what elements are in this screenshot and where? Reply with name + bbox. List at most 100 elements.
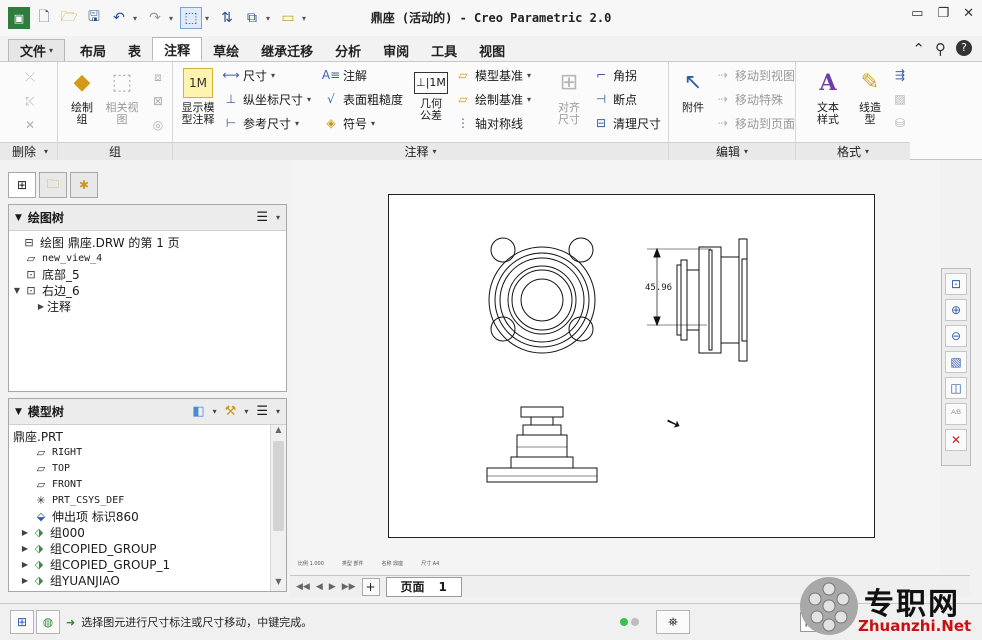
tree-settings-icon[interactable]: ☰ xyxy=(256,210,268,225)
add-page-button[interactable]: + xyxy=(361,577,380,596)
drawing-tree-header[interactable]: ▼ 绘图树 ☰ ▾ xyxy=(9,205,286,231)
tree-item[interactable]: ⊡ 底部_5 xyxy=(9,266,286,282)
model-tree-tab-icon[interactable]: ⊞ xyxy=(8,172,36,198)
ribbon-group-footer[interactable]: 删除 ▾ xyxy=(0,142,57,160)
suppress-icon[interactable]: ◎ xyxy=(150,114,166,136)
customize-dropdown-icon[interactable]: ▾ xyxy=(302,14,310,23)
prev-page-icon[interactable]: ◀ xyxy=(316,582,323,592)
model-datum-button[interactable]: ▱ 模型基准 ▾ xyxy=(455,64,531,86)
tree-item[interactable]: ▱ RIGHT xyxy=(9,444,286,460)
ordinate-dimension-button[interactable]: ⊥ 纵坐标尺寸 ▾ xyxy=(223,88,311,110)
redo-dropdown-icon[interactable]: ▾ xyxy=(169,14,177,23)
tab-review[interactable]: 审阅 xyxy=(372,39,420,61)
ribbon-group-footer[interactable]: 格式 ▾ xyxy=(796,142,910,160)
right-view[interactable] xyxy=(647,238,748,362)
line-style-button[interactable]: ✎ 线造 型 xyxy=(848,68,892,126)
collapsed-icon[interactable]: ▶ xyxy=(35,302,47,311)
delete-reference-icon[interactable]: ⤪ xyxy=(22,90,38,112)
collapse-icon[interactable]: ▼ xyxy=(15,407,22,417)
tab-view[interactable]: 视图 xyxy=(468,39,516,61)
tab-tools[interactable]: 工具 xyxy=(420,39,468,61)
new-icon[interactable]: 🗋 xyxy=(33,7,55,29)
regenerate-icon[interactable]: ⇅ xyxy=(216,7,238,29)
folder-icon[interactable]: ▭ xyxy=(277,7,299,29)
zoom-in-icon[interactable]: ⊕ xyxy=(945,299,967,321)
minimize-ribbon-icon[interactable]: ⌃ xyxy=(912,40,925,58)
next-page-icon[interactable]: ▶ xyxy=(329,582,336,592)
display-icon[interactable]: ◧ xyxy=(192,404,204,419)
stamp-icon[interactable]: ⛁ xyxy=(892,112,908,134)
tree-item[interactable]: ⊟ 绘图 鼎座.DRW 的第 1 页 xyxy=(9,234,286,250)
maximize-icon[interactable]: ❐ xyxy=(937,6,949,21)
delete-unrelated-icon[interactable]: ⤫ xyxy=(22,66,38,88)
tree-item[interactable]: ▶ ⬗ 组COPIED_GROUP_1 xyxy=(9,556,286,572)
annotation-display-icon[interactable]: ᴬᴮ xyxy=(945,403,967,425)
expanded-icon[interactable]: ▼ xyxy=(11,286,23,295)
delete-icon[interactable]: ✕ xyxy=(22,114,38,136)
tree-item[interactable]: ▶ 注释 xyxy=(9,298,286,314)
tab-sketch[interactable]: 草绘 xyxy=(202,39,250,61)
collapsed-icon[interactable]: ▶ xyxy=(19,528,31,537)
surface-finish-button[interactable]: √ 表面粗糙度 xyxy=(323,88,403,110)
undo-dropdown-icon[interactable]: ▾ xyxy=(133,14,141,23)
tree-item[interactable]: ▱ TOP xyxy=(9,460,286,476)
front-view[interactable] xyxy=(488,237,596,354)
repaint-icon[interactable]: ▧ xyxy=(945,351,967,373)
reference-dimension-button[interactable]: ⊢ 参考尺寸 ▾ xyxy=(223,112,299,134)
collapsed-icon[interactable]: ▶ xyxy=(19,576,31,585)
folder-browser-tab-icon[interactable]: 🗀 xyxy=(39,172,67,198)
collapse-icon[interactable]: ▼ xyxy=(15,213,22,223)
favorites-tab-icon[interactable]: ✱ xyxy=(70,172,98,198)
undo-icon[interactable]: ↶ xyxy=(108,7,130,29)
tools-icon[interactable]: ⚒ xyxy=(225,404,237,419)
corner-button[interactable]: ⌐ 角拐 xyxy=(593,64,637,86)
select-box-icon[interactable]: ⬚ xyxy=(180,7,202,29)
symbol-button[interactable]: ◈ 符号 ▾ xyxy=(323,112,375,134)
geometric-tolerance-button[interactable]: ⊥|1M 几何 公差 xyxy=(409,68,453,122)
search-icon[interactable]: ⚲ xyxy=(935,40,946,58)
align-dimension-button[interactable]: ⊞ 对齐 尺寸 xyxy=(547,68,591,126)
first-page-icon[interactable]: ◀◀ xyxy=(296,582,310,592)
attachment-button[interactable]: ↖ 附件 xyxy=(671,68,715,114)
model-tree-header[interactable]: ▼ 模型树 ◧ ▾ ⚒ ▾ ☰ ▾ xyxy=(9,399,286,425)
breakpoint-button[interactable]: ⊣ 断点 xyxy=(593,88,637,110)
tree-item[interactable]: ⬙ 伸出项 标识860 xyxy=(9,508,286,524)
bottom-view[interactable] xyxy=(486,406,598,483)
show-model-annotations-button[interactable]: 1M 显示模 型注释 xyxy=(175,68,221,126)
find-icon[interactable]: ⛯ xyxy=(656,610,690,634)
text-properties-icon[interactable]: ⇶ xyxy=(892,64,908,86)
select-dropdown-icon[interactable]: ▾ xyxy=(205,14,213,23)
draft-group-icon[interactable]: ⧈ xyxy=(150,66,166,88)
tab-legacy-migration[interactable]: 继承迁移 xyxy=(250,39,324,61)
tree-item[interactable]: ▼ ⊡ 右边_6 xyxy=(9,282,286,298)
tree-item[interactable]: ▶ ⬗ 组COPIED_GROUP xyxy=(9,540,286,556)
app-logo-icon[interactable]: ▣ xyxy=(8,7,30,29)
browser-toggle-icon[interactable]: ◍ xyxy=(36,610,60,634)
tree-item[interactable]: ▶ ⬗ 组YUANJIAO xyxy=(9,572,286,588)
ribbon-group-footer[interactable]: 组 xyxy=(58,142,172,160)
page-tab[interactable]: 页面 1 xyxy=(385,576,462,597)
tab-table[interactable]: 表 xyxy=(117,39,152,61)
navigator-toggle-icon[interactable]: ⊞ xyxy=(10,610,34,634)
tab-file[interactable]: 文件 ▾ xyxy=(8,39,66,61)
chevron-down-icon[interactable]: ▾ xyxy=(244,407,248,416)
tree-item[interactable]: 鼎座.PRT xyxy=(9,428,286,444)
dimension-button[interactable]: ⟷ 尺寸 ▾ xyxy=(222,64,275,86)
tree-settings-icon[interactable]: ☰ xyxy=(256,404,268,419)
collapsed-icon[interactable]: ▶ xyxy=(19,560,31,569)
minimize-icon[interactable]: ▭ xyxy=(911,6,923,21)
save-icon[interactable]: 🖫 xyxy=(83,7,105,29)
tree-item[interactable]: ▶ ⬗ 组000 xyxy=(9,524,286,540)
tree-item[interactable]: ✳ PRT_CSYS_DEF xyxy=(9,492,286,508)
display-style-icon[interactable]: ◫ xyxy=(945,377,967,399)
ribbon-group-footer[interactable]: 编辑 ▾ xyxy=(669,142,795,160)
tree-item[interactable]: ▱ FRONT xyxy=(9,476,286,492)
related-view-button[interactable]: ⬚ 相关视 图 xyxy=(100,68,144,126)
chevron-down-icon[interactable]: ▾ xyxy=(276,407,280,416)
axis-symmetric-button[interactable]: ⋮ 轴对称线 xyxy=(455,112,523,134)
tab-analysis[interactable]: 分析 xyxy=(324,39,372,61)
datum-display-icon[interactable]: ✕ xyxy=(945,429,967,451)
redo-icon[interactable]: ↷ xyxy=(144,7,166,29)
draw-group-button[interactable]: ◆ 绘制 组 xyxy=(60,68,104,126)
chevron-down-icon[interactable]: ▾ xyxy=(276,213,280,222)
